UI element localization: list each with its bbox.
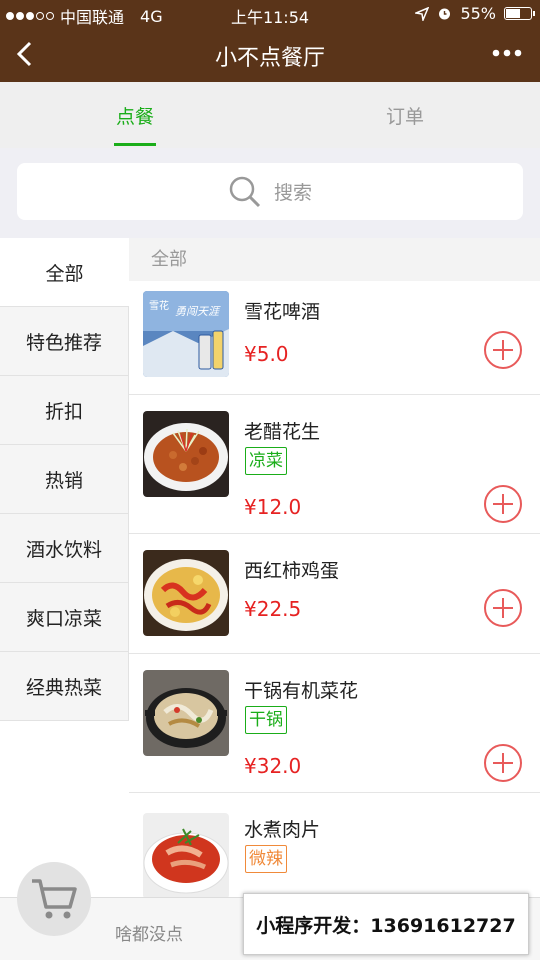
beer-brand-label: 雪花 (149, 299, 169, 312)
beer-slogan-label: 勇闯天涯 (175, 305, 221, 318)
menu-item: 水煮肉片 微辣 (129, 793, 540, 903)
menu-item: 雪花 勇闯天涯 雪花啤酒 ¥5.0 (129, 281, 540, 395)
dish-price: ¥5.0 (244, 342, 289, 366)
category-featured[interactable]: 特色推荐 (0, 307, 129, 376)
battery-icon (504, 7, 535, 20)
category-hot-sale[interactable]: 热销 (0, 445, 129, 514)
dish-price: ¥32.0 (244, 754, 302, 778)
status-bar: 中国联通 4G 上午11:54 55% (0, 0, 540, 28)
menu-item: 西红柿鸡蛋 ¥22.5 (129, 534, 540, 654)
dish-name: 老醋花生 (244, 421, 321, 443)
cart-button[interactable] (17, 862, 91, 936)
shopping-cart-icon (32, 879, 77, 919)
dish-tag: 凉菜 (245, 447, 287, 475)
add-to-cart-button[interactable] (484, 485, 522, 523)
category-discount[interactable]: 折扣 (0, 376, 129, 445)
tab-orders[interactable]: 订单 (270, 82, 540, 148)
search-icon (229, 176, 261, 207)
status-right: 55% (415, 4, 535, 23)
menu-item: 老醋花生 凉菜 ¥12.0 (129, 395, 540, 534)
add-to-cart-button[interactable] (484, 331, 522, 369)
tab-bar: 点餐 订单 (0, 82, 540, 148)
page-title: 小不点餐厅 (214, 46, 325, 71)
dish-price: ¥12.0 (244, 495, 302, 519)
nav-bar: 小不点餐厅 (0, 28, 540, 82)
section-title: 全部 (129, 238, 540, 281)
more-dots-icon (492, 49, 522, 57)
search-placeholder: 搜索 (273, 182, 312, 204)
tab-order-food[interactable]: 点餐 (0, 82, 270, 148)
battery-percent: 55% (460, 4, 496, 23)
dish-image: 雪花 勇闯天涯 (143, 291, 229, 377)
dish-price: ¥22.5 (244, 597, 302, 621)
dish-image (143, 813, 229, 899)
location-arrow-icon (415, 6, 430, 21)
dish-tag: 干锅 (245, 706, 287, 734)
tab-label: 点餐 (115, 106, 154, 128)
dish-name: 水煮肉片 (244, 819, 321, 841)
add-to-cart-button[interactable] (484, 589, 522, 627)
alarm-clock-icon (439, 8, 451, 20)
dish-name: 干锅有机菜花 (244, 680, 359, 702)
category-drinks[interactable]: 酒水饮料 (0, 514, 129, 583)
cart-empty-text: 啥都没点 (115, 925, 183, 945)
dish-image (143, 411, 229, 497)
dish-image (143, 550, 229, 636)
dish-name: 雪花啤酒 (244, 301, 321, 323)
add-to-cart-button[interactable] (484, 744, 522, 782)
category-all[interactable]: 全部 (0, 238, 129, 307)
dish-image (143, 670, 229, 756)
search-input[interactable]: 搜索 (17, 163, 523, 220)
tab-label: 订单 (385, 106, 424, 128)
category-sidebar: 全部 特色推荐 折扣 热销 酒水饮料 爽口凉菜 经典热菜 (0, 238, 129, 960)
category-classic-hot-dishes[interactable]: 经典热菜 (0, 652, 129, 721)
category-cold-dishes[interactable]: 爽口凉菜 (0, 583, 129, 652)
dish-name: 西红柿鸡蛋 (244, 560, 340, 582)
menu-list: 全部 雪花 勇闯天涯 雪花啤酒 ¥5.0 老醋花生 凉菜 ¥12.0 西红柿鸡蛋… (129, 238, 540, 960)
more-options-button[interactable] (492, 42, 522, 67)
menu-item: 干锅有机菜花 干锅 ¥32.0 (129, 654, 540, 793)
search-area: 搜索 (0, 148, 540, 238)
dish-tag: 微辣 (245, 845, 287, 873)
active-tab-indicator (114, 143, 156, 146)
promo-banner: 小程序开发：13691612727 (243, 893, 529, 955)
